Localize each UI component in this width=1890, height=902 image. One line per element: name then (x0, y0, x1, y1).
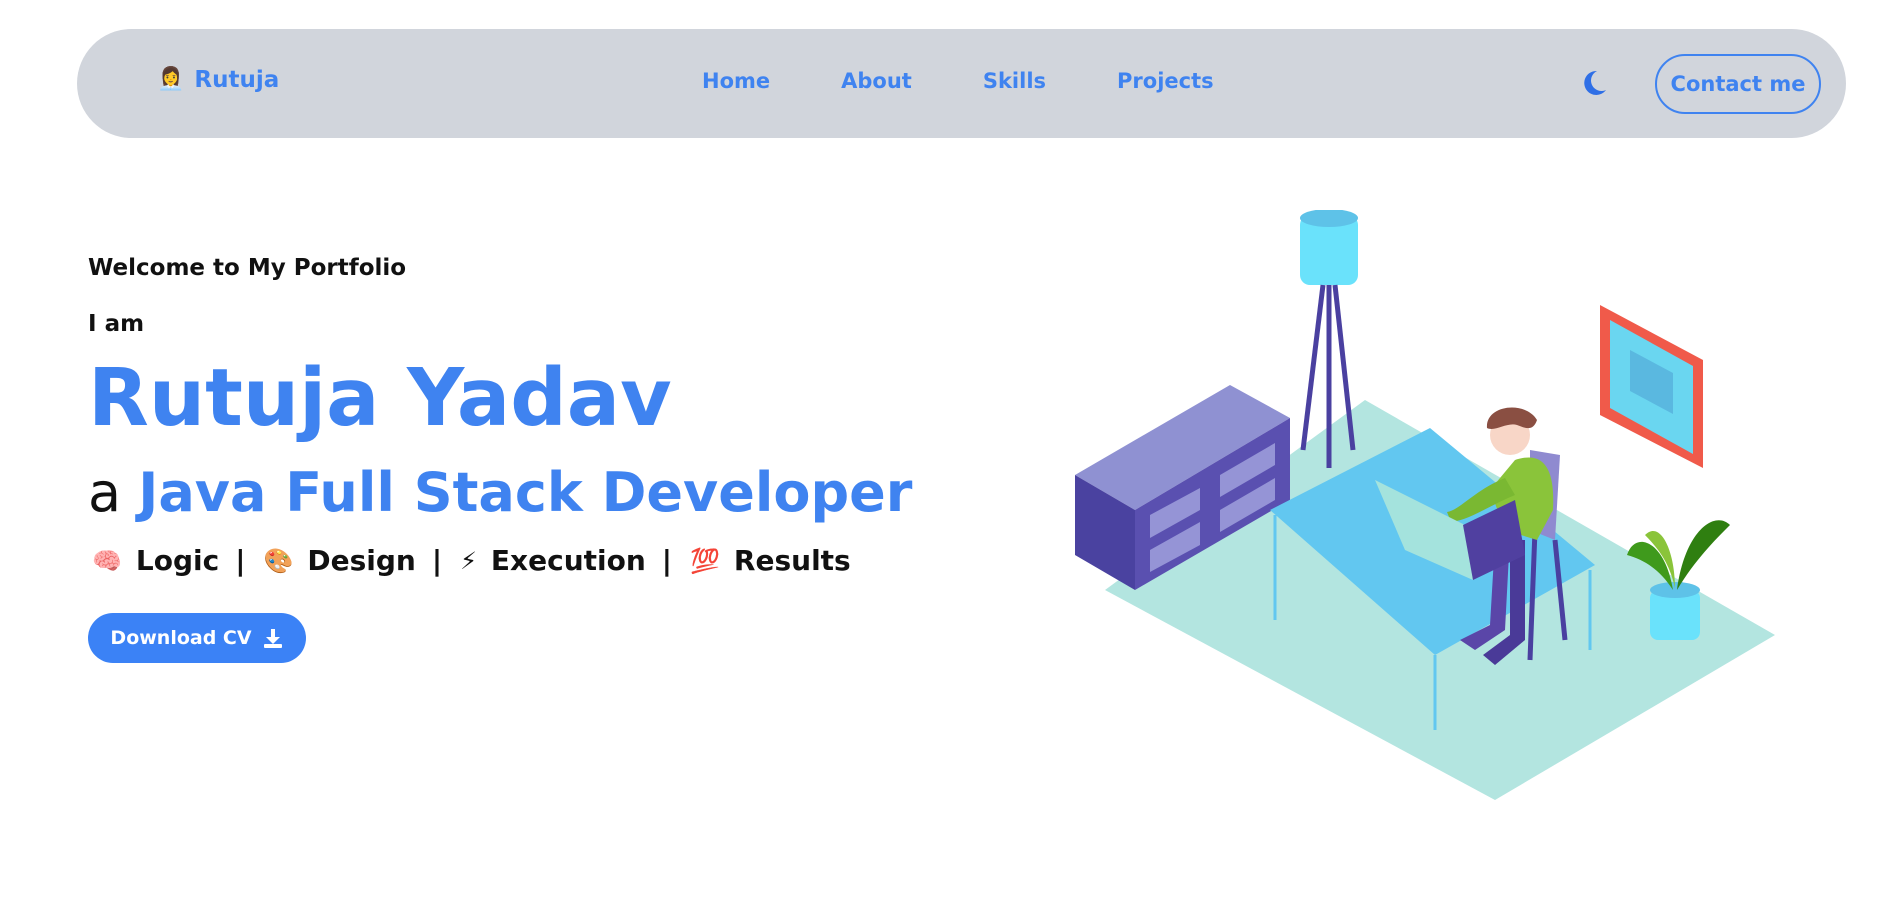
trait-separator: | (235, 544, 246, 577)
palette-icon: 🎨 (263, 546, 294, 575)
nav-links: Home About Skills Projects (702, 69, 1214, 93)
nav-link-home[interactable]: Home (702, 69, 770, 93)
download-cv-label: Download CV (110, 627, 252, 649)
hundred-points-icon: 💯 (690, 546, 720, 575)
trait-item: 🎨 Design | (263, 544, 448, 577)
trait-separator: | (431, 544, 443, 577)
nav-link-projects[interactable]: Projects (1117, 69, 1214, 93)
role-title: Java Full Stack Developer (138, 461, 913, 524)
trait-label: Execution (490, 544, 646, 577)
intro-text: I am (88, 311, 145, 337)
trait-item: 💯 Results (690, 544, 851, 577)
navbar: 👩‍💼 Rutuja Home About Skills Projects Co… (77, 29, 1846, 138)
trait-label: Design (307, 544, 416, 577)
nav-link-skills[interactable]: Skills (983, 69, 1046, 93)
trait-label: Logic (135, 544, 220, 577)
brand-logo[interactable]: 👩‍💼 Rutuja (157, 67, 279, 93)
trait-item: ⚡ Execution | (460, 544, 678, 577)
trait-separator: | (661, 544, 673, 577)
hero-name: Rutuja Yadav (88, 352, 672, 444)
developer-workspace-illustration (1075, 209, 1795, 810)
brand-name: Rutuja (194, 67, 280, 93)
trait-item: 🧠 Logic | (92, 544, 251, 577)
download-icon (263, 629, 282, 648)
role-article: a (88, 461, 122, 524)
nav-link-about[interactable]: About (841, 69, 912, 93)
traits-row: 🧠 Logic | 🎨 Design | ⚡ Execution | 💯 Res… (92, 544, 851, 577)
brain-icon: 🧠 (92, 546, 122, 575)
moon-icon[interactable] (1577, 66, 1611, 100)
welcome-heading: Welcome to My Portfolio (88, 255, 407, 281)
lightning-icon: ⚡ (460, 546, 477, 575)
woman-office-worker-icon: 👩‍💼 (157, 67, 185, 92)
trait-label: Results (733, 544, 851, 577)
contact-me-button[interactable]: Contact me (1655, 54, 1821, 114)
role-line: a Java Full Stack Developer (88, 461, 912, 524)
download-cv-button[interactable]: Download CV (88, 613, 306, 663)
